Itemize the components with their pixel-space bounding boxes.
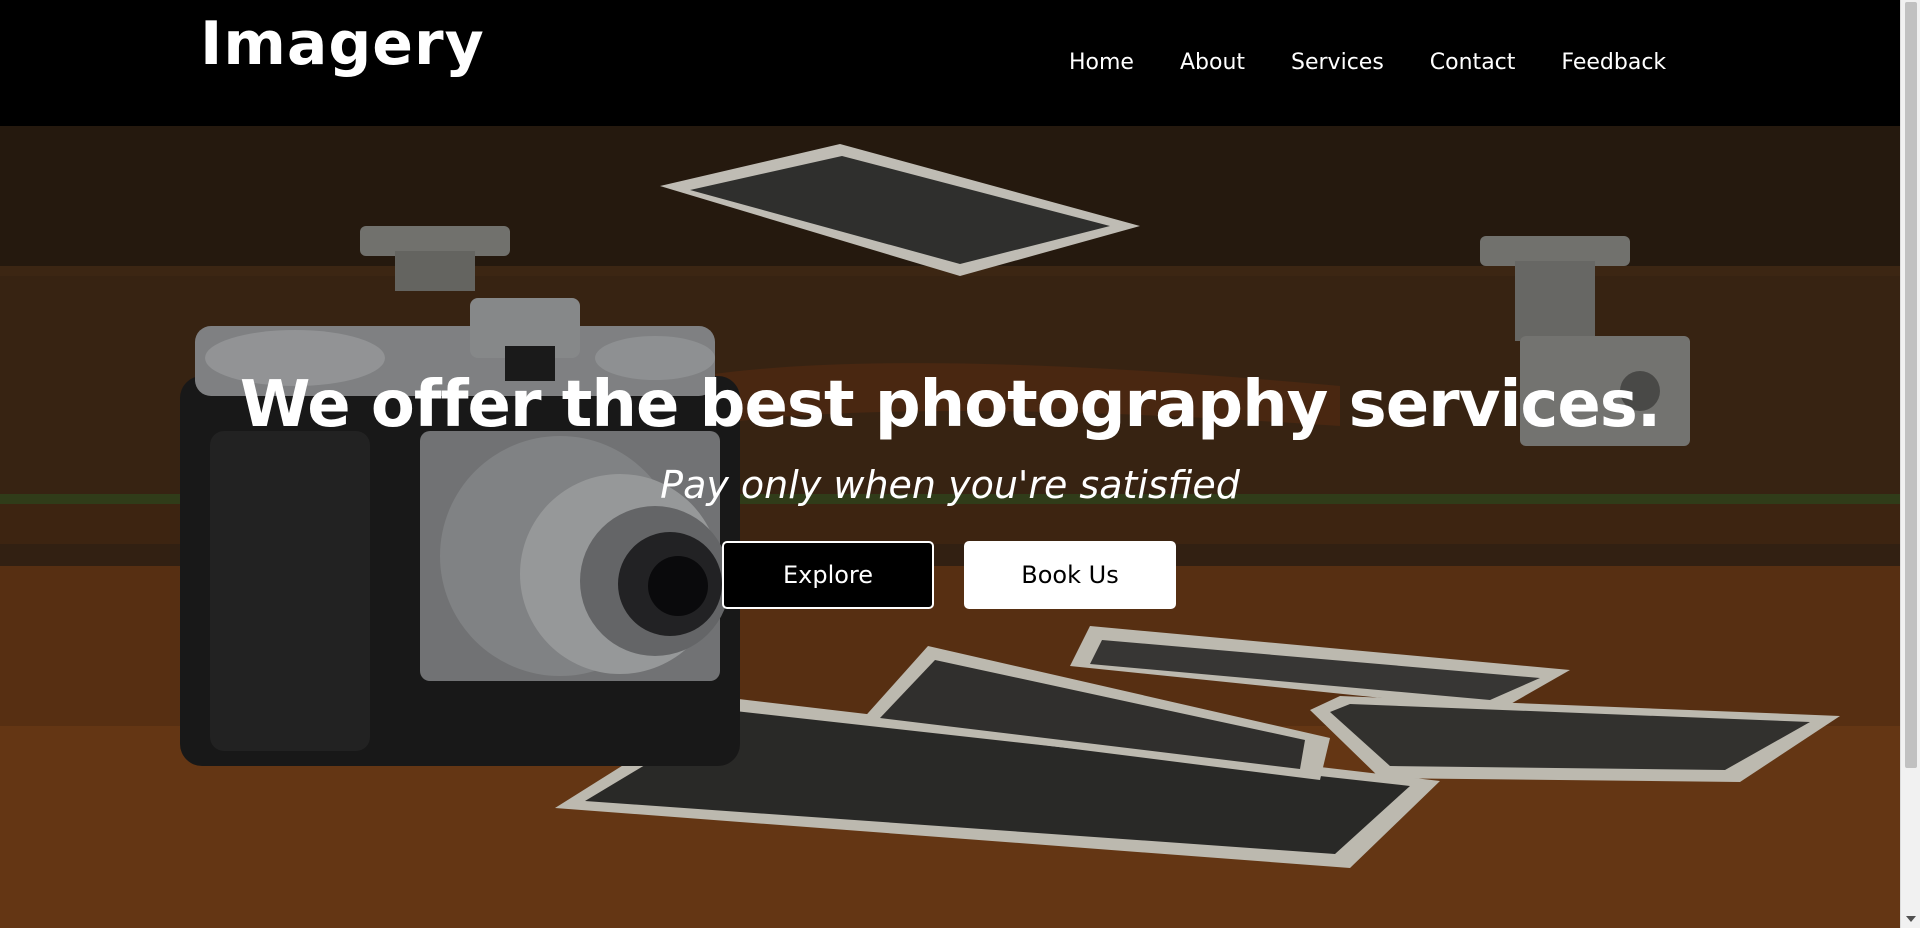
nav-about[interactable]: About xyxy=(1180,50,1245,76)
nav-contact[interactable]: Contact xyxy=(1430,50,1516,76)
site-logo[interactable]: Imagery xyxy=(200,14,485,74)
book-us-button[interactable]: Book Us xyxy=(964,541,1176,609)
site-header: Imagery Home About Services Contact Feed… xyxy=(0,0,1900,126)
nav-feedback[interactable]: Feedback xyxy=(1561,50,1666,76)
nav-home[interactable]: Home xyxy=(1069,50,1134,76)
hero-title: We offer the best photography services. xyxy=(239,368,1661,442)
hero-subtitle: Pay only when you're satisfied xyxy=(660,463,1240,507)
main-nav: Home About Services Contact Feedback xyxy=(1069,50,1666,76)
explore-button[interactable]: Explore xyxy=(722,541,934,609)
page-scrollbar[interactable] xyxy=(1900,0,1920,928)
scroll-down-arrow-icon[interactable] xyxy=(1906,916,1916,922)
scrollbar-thumb[interactable] xyxy=(1905,2,1917,768)
hero-overlay xyxy=(0,126,1900,928)
hero-section: We offer the best photography services. … xyxy=(0,126,1900,928)
nav-services[interactable]: Services xyxy=(1291,50,1384,76)
